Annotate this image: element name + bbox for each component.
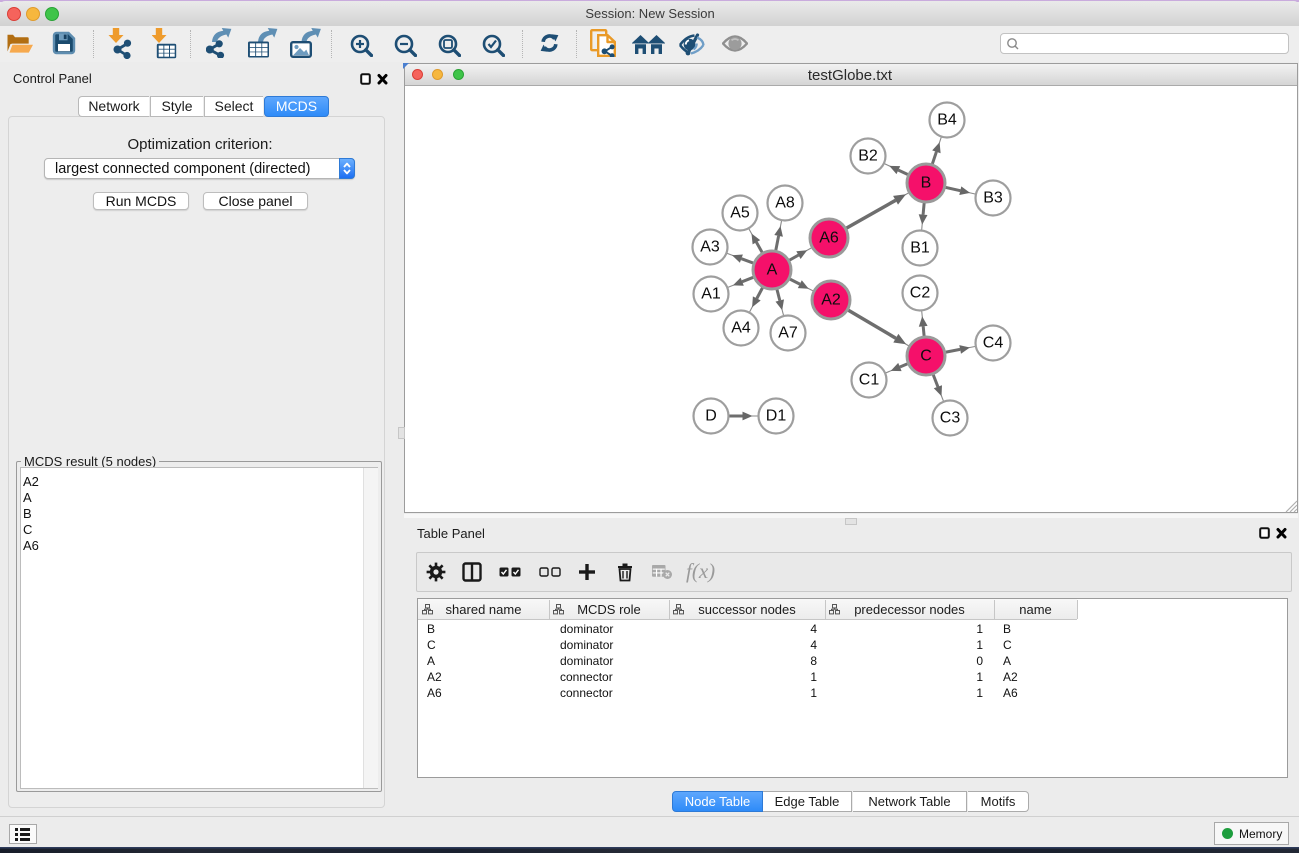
svg-text:A6: A6 — [819, 230, 839, 247]
svg-text:A2: A2 — [821, 292, 841, 309]
svg-text:C: C — [920, 348, 932, 365]
svg-text:C2: C2 — [910, 285, 931, 302]
svg-text:D: D — [705, 408, 717, 425]
svg-text:B4: B4 — [937, 112, 957, 129]
svg-text:A5: A5 — [730, 205, 750, 222]
svg-text:A7: A7 — [778, 325, 798, 342]
svg-text:B3: B3 — [983, 190, 1003, 207]
svg-text:B1: B1 — [910, 240, 930, 257]
svg-text:B: B — [921, 175, 932, 192]
svg-text:C1: C1 — [859, 372, 880, 389]
svg-text:A8: A8 — [775, 195, 795, 212]
svg-text:A3: A3 — [700, 239, 720, 256]
svg-text:D1: D1 — [766, 408, 787, 425]
svg-text:A4: A4 — [731, 320, 751, 337]
svg-text:B2: B2 — [858, 148, 878, 165]
svg-text:C4: C4 — [983, 335, 1004, 352]
svg-text:C3: C3 — [940, 410, 961, 427]
svg-text:A1: A1 — [701, 286, 721, 303]
svg-text:A: A — [767, 262, 778, 279]
